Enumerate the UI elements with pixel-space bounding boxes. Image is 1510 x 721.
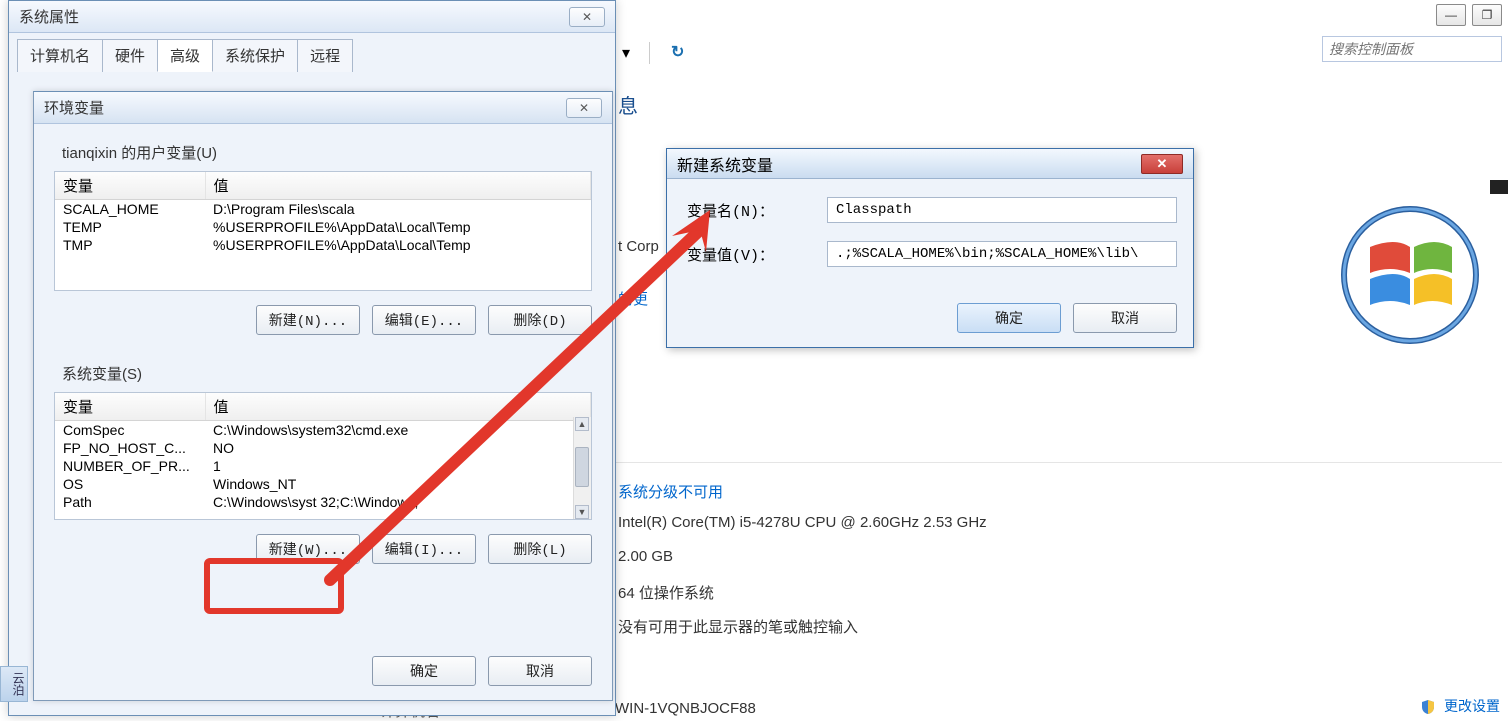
sysprops-title: 系统属性 [19, 6, 79, 27]
system-vars-list[interactable]: 变量值 ComSpecC:\Windows\system32\cmd.exe F… [54, 392, 592, 520]
computer-name-value: WIN-1VQNBJOCF88 [615, 700, 756, 717]
tab-advanced[interactable]: 高级 [157, 39, 213, 72]
system-new-button[interactable]: 新建(W)... [256, 534, 360, 564]
user-new-button[interactable]: 新建(N)... [256, 305, 360, 335]
unknown-dark-strip [1490, 180, 1508, 194]
variable-name-label: 变量名(N)： [687, 200, 827, 221]
cancel-button[interactable]: 取消 [488, 656, 592, 686]
envvars-title: 环境变量 [44, 97, 104, 118]
tab-remote[interactable]: 远程 [297, 39, 353, 72]
windows-logo-icon [1340, 205, 1480, 345]
system-delete-button[interactable]: 删除(L) [488, 534, 592, 564]
rating-link[interactable]: 系统分级不可用 [618, 481, 723, 502]
table-row: FP_NO_HOST_C...NO [55, 439, 591, 457]
new-system-variable-dialog: 新建系统变量 ✕ 变量名(N)： 变量值(V)： 确定 取消 [666, 148, 1194, 348]
variable-value-input[interactable] [827, 241, 1177, 267]
envvars-titlebar[interactable]: 环境变量 ✕ [34, 92, 612, 124]
table-row: ComSpecC:\Windows\system32\cmd.exe [55, 421, 591, 440]
maximize-button[interactable]: ❐ [1472, 4, 1502, 26]
close-icon[interactable]: ✕ [1141, 154, 1183, 174]
manufacturer-fragment: t Corp [618, 238, 659, 255]
os-type-value: 64 位操作系统 [618, 582, 714, 603]
close-icon[interactable]: ✕ [569, 7, 605, 27]
tab-hardware[interactable]: 硬件 [102, 39, 158, 72]
col-variable[interactable]: 变量 [55, 172, 205, 200]
system-edit-button[interactable]: 编辑(I)... [372, 534, 476, 564]
update-link-fragment[interactable]: 的更 [618, 288, 648, 309]
scrollbar[interactable]: ▲ ▼ [573, 417, 591, 519]
sysprops-tabs: 计算机名 硬件 高级 系统保护 远程 [9, 33, 615, 72]
table-row: SCALA_HOMED:\Program Files\scala [55, 200, 591, 219]
sysprops-titlebar[interactable]: 系统属性 ✕ [9, 1, 615, 33]
close-icon[interactable]: ✕ [566, 98, 602, 118]
change-settings-link[interactable]: 更改设置 [1420, 696, 1500, 716]
user-vars-label: tianqixin 的用户变量(U) [62, 142, 612, 163]
taskbar-fragment: 云泊 [0, 666, 28, 702]
pen-touch-value: 没有可用于此显示器的笔或触控输入 [618, 616, 858, 637]
newvar-titlebar[interactable]: 新建系统变量 ✕ [667, 149, 1193, 179]
scroll-thumb[interactable] [575, 447, 589, 487]
user-vars-list[interactable]: 变量值 SCALA_HOMED:\Program Files\scala TEM… [54, 171, 592, 291]
variable-name-input[interactable] [827, 197, 1177, 223]
table-row: PathC:\Windows\syst 32;C:\Windows; [55, 493, 591, 511]
minimize-button[interactable]: — [1436, 4, 1466, 26]
shield-icon [1420, 699, 1436, 715]
system-vars-label: 系统变量(S) [62, 363, 612, 384]
variable-value-label: 变量值(V)： [687, 244, 827, 265]
refresh-icon[interactable]: ↻ [671, 42, 684, 62]
cancel-button[interactable]: 取消 [1073, 303, 1177, 333]
search-input[interactable] [1322, 36, 1502, 62]
newvar-title: 新建系统变量 [677, 152, 773, 176]
scroll-up-icon[interactable]: ▲ [575, 417, 589, 431]
tab-system-protection[interactable]: 系统保护 [212, 39, 298, 72]
system-properties-dialog: 系统属性 ✕ 计算机名 硬件 高级 系统保护 远程 环境变量 ✕ tianqix… [8, 0, 616, 716]
table-row: NUMBER_OF_PR...1 [55, 457, 591, 475]
toolbar-dropdown-icon[interactable]: ▾ [615, 38, 637, 68]
user-edit-button[interactable]: 编辑(E)... [372, 305, 476, 335]
col-variable[interactable]: 变量 [55, 393, 205, 421]
col-value[interactable]: 值 [205, 393, 591, 421]
scroll-down-icon[interactable]: ▼ [575, 505, 589, 519]
environment-variables-dialog: 环境变量 ✕ tianqixin 的用户变量(U) 变量值 SCALA_HOME… [33, 91, 613, 701]
col-value[interactable]: 值 [205, 172, 591, 200]
tab-computer-name[interactable]: 计算机名 [17, 39, 103, 72]
ok-button[interactable]: 确定 [372, 656, 476, 686]
page-heading-fragment: 息 [618, 90, 638, 119]
ram-value: 2.00 GB [618, 548, 673, 565]
table-row: TMP%USERPROFILE%\AppData\Local\Temp [55, 236, 591, 254]
cpu-value: Intel(R) Core(TM) i5-4278U CPU @ 2.60GHz… [618, 514, 987, 531]
ok-button[interactable]: 确定 [957, 303, 1061, 333]
user-delete-button[interactable]: 删除(D) [488, 305, 592, 335]
table-row: TEMP%USERPROFILE%\AppData\Local\Temp [55, 218, 591, 236]
table-row: OSWindows_NT [55, 475, 591, 493]
